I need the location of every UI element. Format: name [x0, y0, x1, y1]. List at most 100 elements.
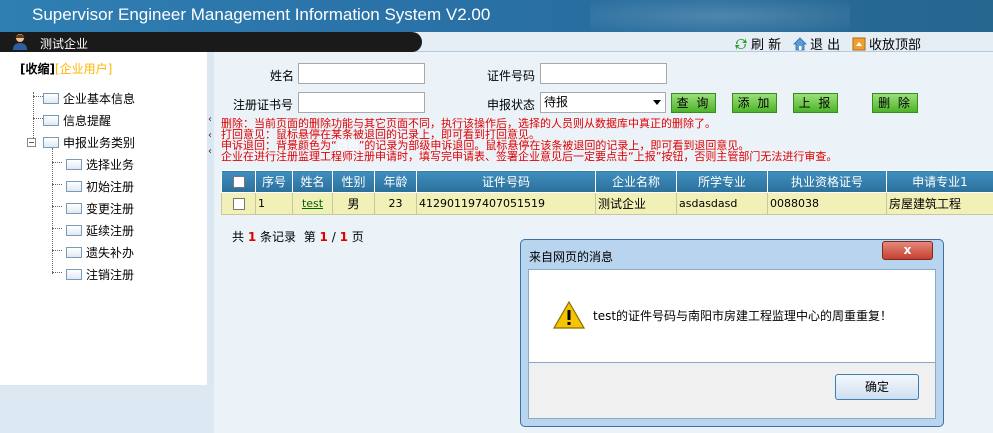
dialog-close-button[interactable]: x — [882, 241, 933, 260]
column-header[interactable]: 所学专业 — [676, 170, 768, 193]
total-count: 1 — [247, 230, 257, 244]
current-page: 1 — [319, 230, 328, 244]
column-header[interactable]: 序号 — [255, 170, 293, 193]
cell-name[interactable]: test — [292, 192, 333, 215]
cell-qualification-no: 0088038 — [767, 192, 887, 215]
column-header[interactable]: 姓名 — [292, 170, 333, 193]
sidebar-subitem-label: 选择业务 — [86, 158, 135, 172]
chevron-left-icon: ‹ — [208, 146, 212, 157]
chevron-left-icon: ‹ — [208, 130, 212, 141]
cell-age: 23 — [374, 192, 417, 215]
ok-button[interactable]: 确定 — [835, 374, 919, 400]
sidebar-subitem-select-business[interactable]: 选择业务 — [66, 156, 134, 173]
logout-button[interactable]: 退 出 — [793, 34, 840, 53]
column-header[interactable]: 申请专业1 — [886, 170, 993, 193]
folder-icon — [43, 93, 59, 104]
sidebar-splitter[interactable] — [207, 52, 214, 385]
tree-line — [52, 272, 62, 273]
sidebar-item-reminders[interactable]: 信息提醒 — [43, 112, 111, 129]
user-name: 测试企业 — [40, 37, 89, 51]
folder-icon — [66, 269, 82, 280]
folder-icon — [66, 247, 82, 258]
cell-major: asdasdasd — [676, 192, 768, 215]
header-watermark — [590, 0, 850, 32]
sidebar-subitem-label: 初始注册 — [86, 180, 135, 194]
column-header[interactable]: 执业资格证号 — [767, 170, 887, 193]
tree-line — [52, 206, 62, 207]
row-checkbox[interactable] — [221, 192, 256, 215]
column-header[interactable]: 年龄 — [374, 170, 417, 193]
column-header[interactable]: 性别 — [332, 170, 375, 193]
folder-icon — [66, 203, 82, 214]
tree-line — [33, 118, 43, 119]
cell-id-number: 412901197407051519 — [416, 192, 596, 215]
tree-line — [52, 148, 53, 274]
sidebar-item-company-info[interactable]: 企业基本信息 — [43, 90, 135, 107]
collapse-top-label: 收放顶部 — [869, 38, 922, 53]
cell-index: 1 — [255, 192, 293, 215]
dialog-title: 来自网页的消息 — [529, 250, 614, 264]
sidebar-subitem-cancel-registration[interactable]: 注销注册 — [66, 266, 134, 283]
collapse-top-button[interactable]: 收放顶部 — [852, 34, 921, 53]
alert-dialog: 来自网页的消息 x test的证件号码与南阳市房建工程监理中心的周重重复！ 确定 — [520, 239, 944, 427]
name-link[interactable]: test — [302, 197, 323, 210]
sidebar-collapse-link[interactable]: [收缩] — [20, 62, 55, 76]
name-input[interactable] — [298, 63, 425, 84]
tree-line — [52, 162, 62, 163]
folder-icon — [66, 159, 82, 170]
sidebar-item-business-types[interactable]: 申报业务类别 — [43, 134, 135, 151]
sidebar-subitem-change-registration[interactable]: 变更注册 — [66, 200, 134, 217]
name-label: 姓名 — [270, 69, 295, 83]
folder-open-icon — [43, 137, 59, 148]
table-header-row: 序号 姓名 性别 年龄 证件号码 企业名称 所学专业 执业资格证号 申请专业1 — [221, 170, 993, 193]
tree-line — [33, 96, 43, 97]
sidebar-subitem-label: 注销注册 — [86, 268, 135, 282]
tree-line — [52, 228, 62, 229]
sidebar-subitem-initial-registration[interactable]: 初始注册 — [66, 178, 134, 195]
app-header: Supervisor Engineer Management Informati… — [0, 0, 993, 32]
refresh-button[interactable]: 刷 新 — [734, 34, 781, 53]
column-header[interactable]: 证件号码 — [416, 170, 596, 193]
dialog-message: test的证件号码与南阳市房建工程监理中心的周重重复！ — [593, 309, 893, 323]
sidebar: [收缩][企业用户] 企业基本信息 信息提醒 − 申报业务类别 选择业务 初始注… — [0, 52, 207, 385]
collapse-toggle-icon[interactable]: − — [27, 138, 36, 147]
notice-submit-reminder: 企业在进行注册监理工程师注册申请时，填写完申请表、签署企业意见后一定要点击“上报… — [221, 150, 838, 163]
user-icon — [13, 34, 27, 50]
cell-company: 测试企业 — [595, 192, 677, 215]
chevron-left-icon: ‹ — [208, 114, 212, 125]
column-header[interactable]: 企业名称 — [595, 170, 677, 193]
tree-line — [33, 92, 34, 140]
user-tab: 测试企业 — [0, 32, 422, 52]
status-select[interactable]: 待报 — [540, 92, 666, 113]
id-number-input[interactable] — [540, 63, 667, 84]
submit-button[interactable]: 上 报 — [793, 93, 838, 113]
id-number-label: 证件号码 — [487, 69, 536, 83]
folder-icon — [43, 115, 59, 126]
tree-line — [52, 184, 62, 185]
tree-line — [52, 250, 62, 251]
pagination: 共 1 条记录 第 1 / 1 页 — [232, 230, 364, 244]
sidebar-subitem-renewal-registration[interactable]: 延续注册 — [66, 222, 134, 239]
sidebar-footer — [0, 385, 214, 433]
delete-button[interactable]: 删 除 — [872, 93, 918, 113]
select-all-checkbox[interactable] — [221, 170, 256, 193]
status-label: 申报状态 — [487, 98, 536, 112]
chevron-down-icon — [653, 100, 661, 105]
query-button[interactable]: 查 询 — [671, 93, 716, 113]
user-type-label: [企业用户] — [54, 62, 113, 76]
cert-number-input[interactable] — [298, 92, 425, 113]
sidebar-subitem-lost-reissue[interactable]: 遗失补办 — [66, 244, 134, 261]
cert-number-label: 注册证书号 — [233, 98, 294, 112]
sidebar-item-label: 申报业务类别 — [63, 136, 136, 150]
refresh-label: 刷 新 — [751, 38, 782, 53]
sidebar-item-label: 信息提醒 — [63, 114, 112, 128]
folder-icon — [66, 225, 82, 236]
collapse-top-icon — [852, 37, 866, 50]
nav-bar: 测试企业 刷 新 退 出 收放顶部 — [0, 32, 993, 53]
dialog-footer: 确定 — [528, 363, 936, 419]
add-button[interactable]: 添 加 — [732, 93, 777, 113]
notice-text: 删除：当前页面的删除功能与其它页面不同，执行该操作后，选择的人员则从数据库中真正… — [221, 118, 921, 162]
total-pages: 1 — [339, 230, 348, 244]
table-row[interactable]: 1 test 男 23 412901197407051519 测试企业 asda… — [221, 192, 993, 215]
cell-gender: 男 — [332, 192, 375, 215]
